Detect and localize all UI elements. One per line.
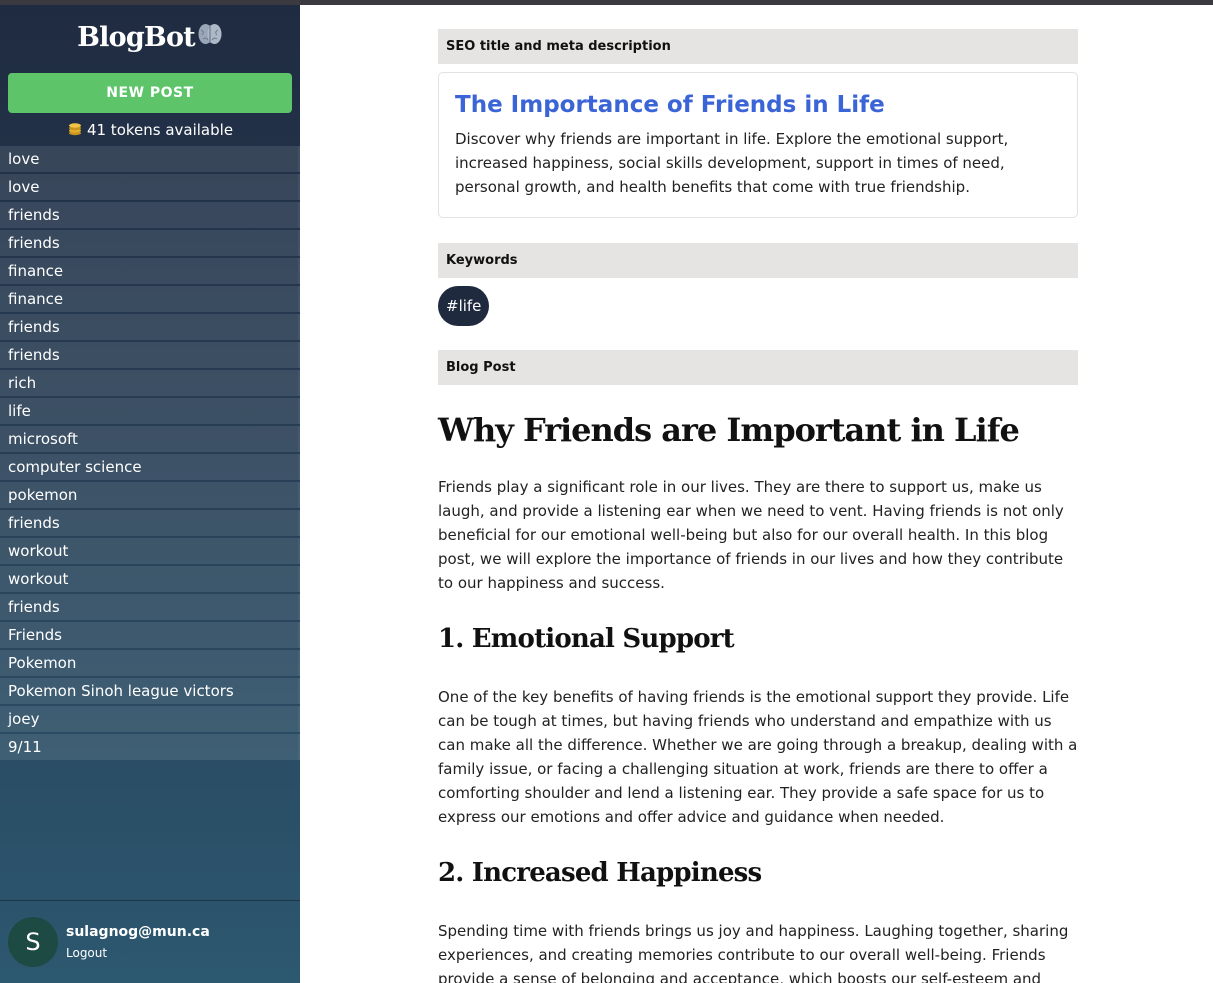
brain-icon	[197, 22, 223, 53]
keyword-tag: #life	[438, 286, 490, 326]
sidebar-topic-item[interactable]: friends	[0, 594, 300, 620]
sidebar-topic-item[interactable]: workout	[0, 538, 300, 564]
user-email: sulagnog@mun.ca	[66, 924, 210, 940]
keyword-list: #life	[438, 286, 1078, 326]
sidebar-topic-item[interactable]: friends	[0, 314, 300, 340]
sidebar-topic-item[interactable]: life	[0, 398, 300, 424]
sidebar-topic-item[interactable]: joey	[0, 706, 300, 732]
sidebar-topic-item[interactable]: Pokemon	[0, 650, 300, 676]
sidebar-topic-item[interactable]: 9/11	[0, 734, 300, 760]
keywords-section-header: Keywords	[438, 243, 1078, 278]
logout-link[interactable]: Logout	[66, 946, 210, 960]
sidebar-topic-item[interactable]: friends	[0, 230, 300, 256]
topic-list: love love friends friends finance finance frie…	[0, 146, 300, 760]
post-intro: Friends play a significant role in our l…	[438, 478, 1064, 592]
sidebar-topic-item[interactable]: love	[0, 146, 300, 172]
avatar[interactable]: S	[8, 917, 58, 967]
sidebar-topic-item[interactable]: Pokemon Sinoh league victors	[0, 678, 300, 704]
app-logo[interactable]: BlogBot	[0, 5, 300, 69]
main-content: SEO title and meta description The Impor…	[300, 5, 1213, 983]
app-name: BlogBot	[77, 21, 195, 53]
coins-icon	[67, 120, 83, 140]
sidebar-topic-item[interactable]: finance	[0, 286, 300, 312]
sidebar-topic-item[interactable]: friends	[0, 510, 300, 536]
tokens-text: 41 tokens available	[86, 121, 234, 139]
post-view: SEO title and meta description The Impor…	[438, 29, 1078, 983]
sidebar-topic-item[interactable]: finance	[0, 258, 300, 284]
blog-post-section-header: Blog Post	[438, 350, 1078, 385]
user-panel: S sulagnog@mun.ca Logout	[0, 900, 300, 983]
sidebar-topic-item[interactable]: rich	[0, 370, 300, 396]
sidebar-topic-item[interactable]: workout	[0, 566, 300, 592]
sidebar-topic-item[interactable]: friends	[0, 342, 300, 368]
sidebar-topic-item[interactable]: love	[0, 174, 300, 200]
sidebar-topic-item[interactable]: pokemon	[0, 482, 300, 508]
section-body: One of the key benefits of having friend…	[438, 688, 1078, 826]
sidebar-topic-item[interactable]: friends	[0, 202, 300, 228]
seo-description: Discover why friends are important in li…	[455, 130, 1009, 196]
sidebar-topic-item[interactable]: computer science	[0, 454, 300, 480]
sidebar-topic-item[interactable]: microsoft	[0, 426, 300, 452]
section-heading: 2. Increased Happiness	[438, 858, 762, 888]
user-info: sulagnog@mun.ca Logout	[66, 924, 210, 960]
sidebar: BlogBot NEW POST 41 tokens available lov…	[0, 5, 300, 983]
post-title: Why Friends are Important in Life	[438, 411, 1020, 449]
tokens-available[interactable]: 41 tokens available	[0, 114, 300, 146]
new-post-button[interactable]: NEW POST	[8, 73, 292, 113]
section-body: Spending time with friends brings us joy…	[438, 922, 1069, 983]
section-heading: 1. Emotional Support	[438, 624, 735, 654]
sidebar-topic-item[interactable]: Friends	[0, 622, 300, 648]
seo-preview-card: The Importance of Friends in Life Discov…	[438, 72, 1078, 218]
seo-section-header: SEO title and meta description	[438, 29, 1078, 64]
seo-title: The Importance of Friends in Life	[455, 92, 885, 118]
